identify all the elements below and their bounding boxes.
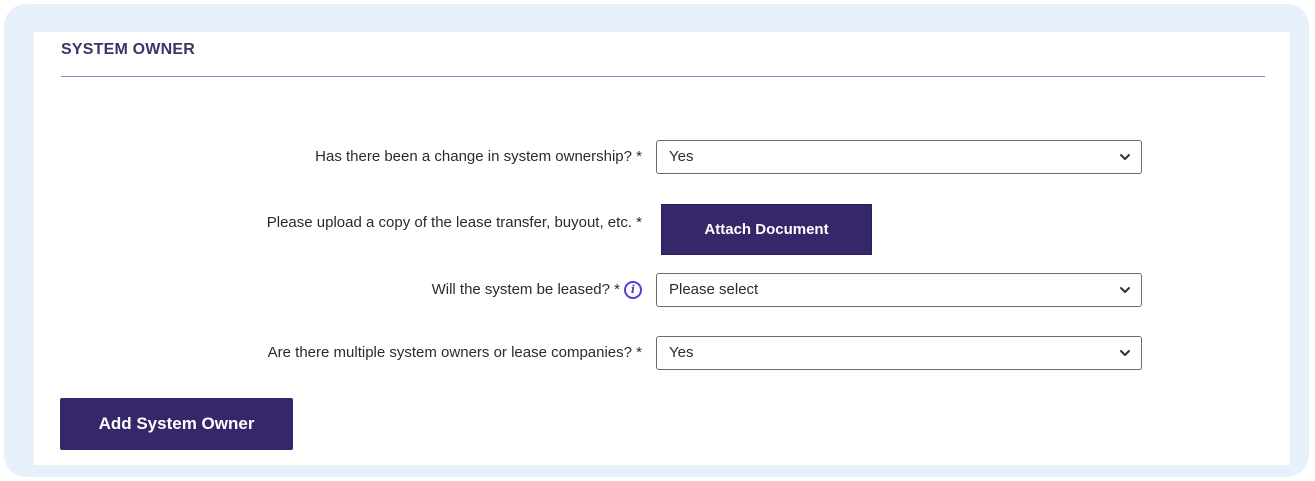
ownership-change-row: Has there been a change in system owners…: [34, 140, 1290, 174]
section-title: SYSTEM OWNER: [61, 41, 195, 58]
ownership-change-value: Yes: [669, 148, 694, 165]
ownership-change-select[interactable]: Yes: [656, 140, 1142, 174]
upload-row: Please upload a copy of the lease transf…: [34, 204, 1290, 255]
system-owner-section: SYSTEM OWNER Has there been a change in …: [34, 32, 1290, 465]
section-divider: [61, 76, 1265, 77]
leased-value: Please select: [669, 281, 759, 298]
form-panel-background: SYSTEM OWNER Has there been a change in …: [4, 4, 1309, 477]
upload-label: Please upload a copy of the lease transf…: [266, 214, 642, 231]
leased-row: Will the system be leased? * i Please se…: [34, 273, 1290, 307]
multiple-owners-value: Yes: [669, 344, 694, 361]
info-icon[interactable]: i: [624, 281, 642, 299]
attach-document-button[interactable]: Attach Document: [661, 204, 872, 255]
leased-select[interactable]: Please select: [656, 273, 1142, 307]
multiple-owners-select[interactable]: Yes: [656, 336, 1142, 370]
ownership-change-label: Has there been a change in system owners…: [315, 148, 642, 165]
chevron-down-icon: [1120, 350, 1130, 356]
leased-label: Will the system be leased? *: [431, 281, 620, 298]
multiple-owners-row: Are there multiple system owners or leas…: [34, 336, 1290, 370]
add-system-owner-button[interactable]: Add System Owner: [60, 398, 293, 450]
multiple-owners-label: Are there multiple system owners or leas…: [267, 344, 642, 361]
chevron-down-icon: [1120, 154, 1130, 160]
chevron-down-icon: [1120, 287, 1130, 293]
